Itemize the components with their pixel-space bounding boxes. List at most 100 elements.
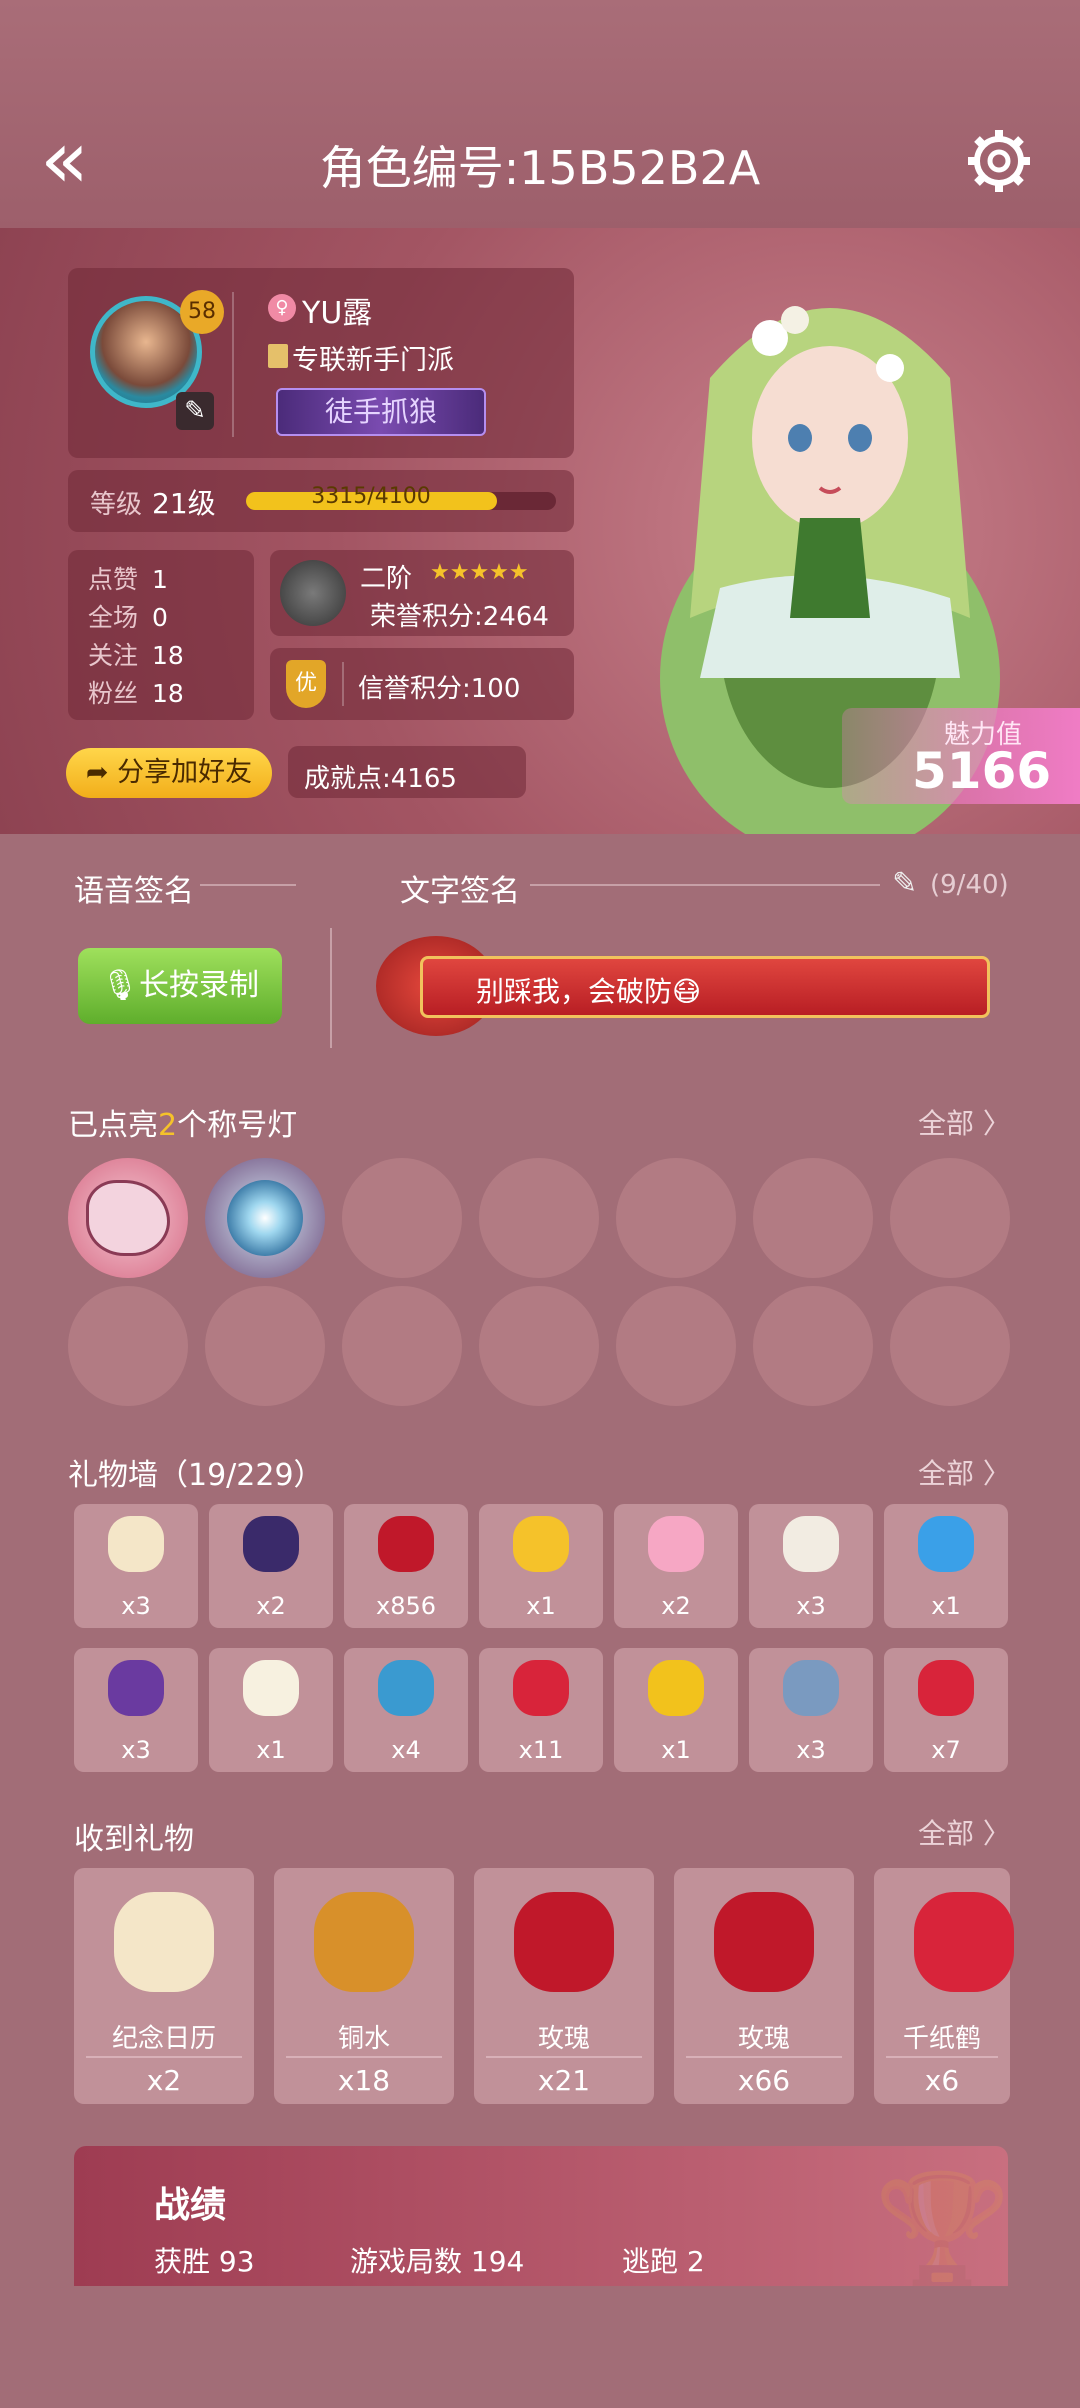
gift-wall-item[interactable]: x7 bbox=[884, 1648, 1008, 1772]
title-lamp-empty[interactable] bbox=[479, 1158, 599, 1278]
gift-wall-item[interactable]: x1 bbox=[479, 1504, 603, 1628]
gift-count: x11 bbox=[518, 1736, 564, 1764]
cotton-candy-icon bbox=[648, 1516, 704, 1572]
player-name: YU露 bbox=[302, 296, 373, 331]
gift-count: x1 bbox=[526, 1592, 556, 1620]
ticket-icon bbox=[783, 1516, 839, 1572]
title-lamp-empty[interactable] bbox=[616, 1286, 736, 1406]
received-gift-item[interactable]: 千纸鹤 x6 bbox=[874, 1868, 1014, 2104]
exp-text: 3315/4100 bbox=[311, 484, 431, 509]
title-lamp-lit[interactable] bbox=[68, 1158, 188, 1278]
gift-wall-item[interactable]: x11 bbox=[479, 1648, 603, 1772]
stat-row[interactable]: 全场 0 bbox=[88, 598, 168, 634]
received-gift-count: x18 bbox=[337, 2064, 391, 2097]
text-signature-banner[interactable]: 别踩我，会破防😷 bbox=[376, 936, 1020, 1036]
received-gifts-all-link[interactable]: 全部 〉 bbox=[918, 1812, 1011, 1852]
gift-wall-title: 礼物墙（19/229） bbox=[68, 1458, 324, 1493]
share-icon: ➦ bbox=[85, 757, 109, 788]
rose-icon bbox=[514, 1892, 614, 1992]
paper-crane-icon bbox=[513, 1660, 569, 1716]
signature-count: (9/40) bbox=[930, 870, 1009, 900]
received-gift-item[interactable]: 玫瑰 x21 bbox=[474, 1868, 654, 2104]
gift-count: x2 bbox=[256, 1592, 286, 1620]
eye-title-icon bbox=[227, 1180, 303, 1256]
trophy-icon: 🏆 bbox=[874, 2166, 1011, 2294]
gift-wall-item[interactable]: x2 bbox=[209, 1504, 333, 1628]
stat-value: 18 bbox=[152, 679, 184, 708]
dumplings-icon bbox=[243, 1660, 299, 1716]
title-lamp-empty[interactable] bbox=[205, 1286, 325, 1406]
achievement-points: 成就点:4165 bbox=[304, 764, 457, 794]
shell-title-icon bbox=[86, 1180, 170, 1256]
level-label: 等级 bbox=[90, 490, 143, 520]
gift-count: x1 bbox=[661, 1736, 691, 1764]
received-gift-item[interactable]: 玫瑰 x66 bbox=[674, 1868, 854, 2104]
title-lamp-empty[interactable] bbox=[753, 1158, 873, 1278]
level-value: 21级 bbox=[152, 487, 216, 520]
title-lamp-empty[interactable] bbox=[342, 1286, 462, 1406]
title-lamp-empty[interactable] bbox=[616, 1158, 736, 1278]
profile-card: 58 ✎ ♀ YU露 专联新手门派 徒手抓狼 等级 21级 3315/4100 … bbox=[0, 228, 1080, 858]
stat-label: 粉丝 bbox=[88, 679, 139, 708]
title-lamp-empty[interactable] bbox=[890, 1286, 1010, 1406]
gift-wall-item[interactable]: x1 bbox=[614, 1648, 738, 1772]
gift-wall-item[interactable]: x4 bbox=[344, 1648, 468, 1772]
gift-wall-item[interactable]: x1 bbox=[884, 1504, 1008, 1628]
battle-record-card[interactable]: 🏆 战绩 获胜 93 游戏局数 194 逃跑 2 bbox=[74, 2146, 1011, 2294]
received-gift-count: x66 bbox=[737, 2064, 791, 2097]
page-title: 角色编号:15B52B2A bbox=[319, 141, 761, 195]
stats-panel: 点赞 1 全场 0 关注 18 粉丝 18 bbox=[68, 550, 254, 720]
gift-count: x3 bbox=[121, 1592, 151, 1620]
gift-wall-item[interactable]: x1 bbox=[209, 1648, 333, 1772]
gift-count: x1 bbox=[256, 1736, 286, 1764]
gift-wall-all-link[interactable]: 全部 〉 bbox=[918, 1452, 1011, 1492]
received-gift-item[interactable]: 铜水 x18 bbox=[274, 1868, 454, 2104]
gift-wall-item[interactable]: x3 bbox=[74, 1504, 198, 1628]
stat-row[interactable]: 粉丝 18 bbox=[88, 674, 184, 710]
stat-label: 关注 bbox=[88, 641, 139, 670]
title-lamp-empty[interactable] bbox=[753, 1286, 873, 1406]
received-gift-item[interactable]: 纪念日历 x2 bbox=[74, 1868, 254, 2104]
microphone-icon: 🎙 bbox=[100, 968, 140, 1003]
gift-count: x1 bbox=[931, 1592, 961, 1620]
received-gift-count: x21 bbox=[537, 2064, 591, 2097]
gift-wall-item[interactable]: x3 bbox=[74, 1648, 198, 1772]
long-press-record-button[interactable]: 🎙长按录制 bbox=[78, 948, 282, 1024]
received-gift-name: 玫瑰 bbox=[537, 2024, 590, 2054]
stat-row[interactable]: 关注 18 bbox=[88, 636, 184, 672]
edit-signature-icon[interactable]: ✎ bbox=[892, 866, 917, 901]
games-stat: 游戏局数 194 bbox=[350, 2245, 525, 2278]
header-bar: « 角色编号:15B52B2A bbox=[0, 0, 1080, 228]
title-tag: 徒手抓狼 bbox=[276, 388, 486, 436]
share-button-label: 分享加好友 bbox=[117, 757, 253, 788]
gold-fish-icon bbox=[648, 1660, 704, 1716]
level-badge: 58 bbox=[180, 290, 224, 334]
titles-all-link[interactable]: 全部 〉 bbox=[918, 1102, 1011, 1142]
gift-wall-item[interactable]: x2 bbox=[614, 1504, 738, 1628]
copper-water-icon bbox=[314, 1892, 414, 1992]
rank-emblem-icon bbox=[280, 560, 346, 626]
title-lamp-empty[interactable] bbox=[890, 1158, 1010, 1278]
gift-wall-item[interactable]: x3 bbox=[749, 1504, 873, 1628]
title-lamp-empty[interactable] bbox=[479, 1286, 599, 1406]
gender-icon: ♀ bbox=[268, 294, 296, 322]
rank-panel: 二阶 ★★★★★ 荣誉积分:2464 bbox=[270, 550, 574, 636]
received-gift-count: x6 bbox=[924, 2064, 960, 2097]
achievement-panel: 成就点:4165 bbox=[288, 746, 526, 798]
edit-avatar-icon[interactable]: ✎ bbox=[176, 392, 214, 430]
title-lamp-lit[interactable] bbox=[205, 1158, 325, 1278]
gift-wall-item[interactable]: x3 bbox=[749, 1648, 873, 1772]
level-bar-panel: 等级 21级 3315/4100 bbox=[68, 470, 574, 532]
settings-gear-icon[interactable] bbox=[964, 126, 1034, 196]
title-lamp-empty[interactable] bbox=[342, 1158, 462, 1278]
share-add-friend-button[interactable]: ➦ 分享加好友 bbox=[66, 748, 272, 798]
stat-row[interactable]: 点赞 1 bbox=[88, 560, 168, 596]
received-gift-count: x2 bbox=[146, 2064, 182, 2097]
titles-heading: 已点亮2个称号灯 bbox=[68, 1108, 298, 1143]
stat-value: 1 bbox=[152, 565, 168, 594]
signature-text: 别踩我，会破防😷 bbox=[476, 975, 702, 1008]
title-lamp-empty[interactable] bbox=[68, 1286, 188, 1406]
record-button-label: 长按录制 bbox=[139, 968, 260, 1003]
gift-wall-item[interactable]: x856 bbox=[344, 1504, 468, 1628]
life-ring-icon bbox=[378, 1660, 434, 1716]
